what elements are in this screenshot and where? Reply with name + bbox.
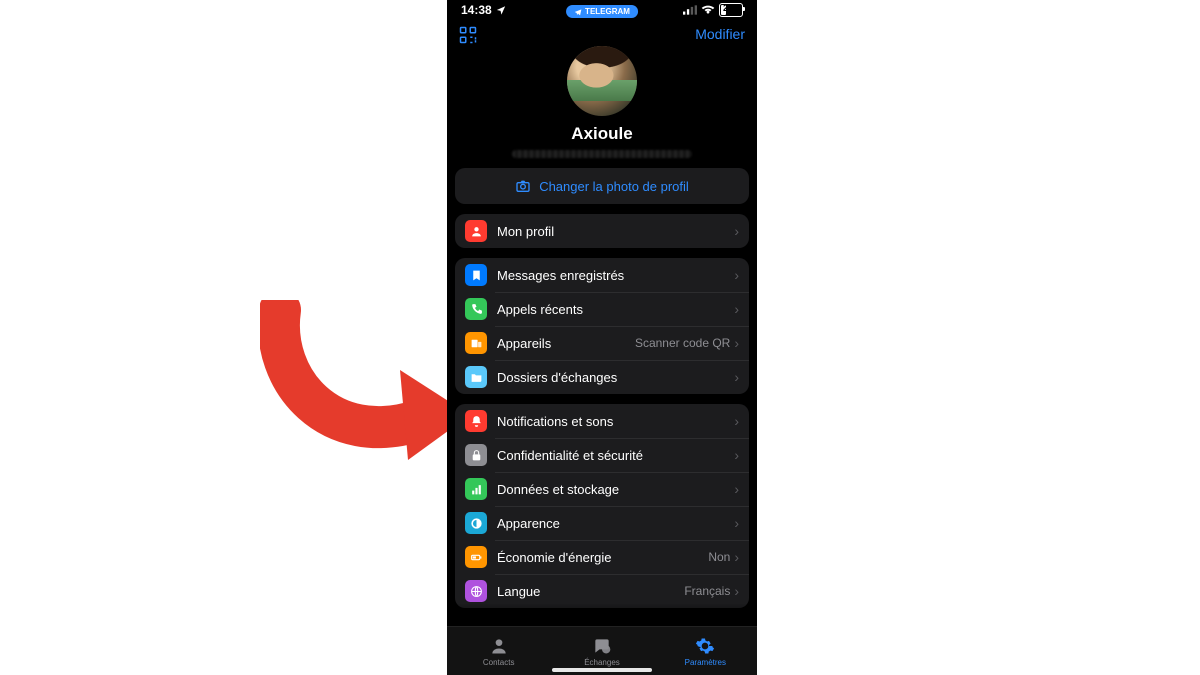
tab-bar: Contacts Échanges Paramètres (447, 626, 757, 675)
camera-icon (515, 178, 531, 194)
chevron-right-icon: › (734, 267, 739, 283)
my-profile-section: Mon profil › (455, 214, 749, 248)
lock-icon (465, 444, 487, 466)
avatar[interactable] (567, 46, 637, 116)
chevron-right-icon: › (734, 515, 739, 531)
profile-header: Axioule (447, 46, 757, 158)
profile-icon (465, 220, 487, 242)
row-saved-messages[interactable]: Messages enregistrés› (455, 258, 749, 292)
tab-settings[interactable]: Paramètres (654, 627, 757, 675)
row-notifications[interactable]: Notifications et sons› (455, 404, 749, 438)
row-my-profile[interactable]: Mon profil › (455, 214, 749, 248)
chevron-right-icon: › (734, 301, 739, 317)
row-data-storage[interactable]: Données et stockage› (455, 472, 749, 506)
tab-contacts[interactable]: Contacts (447, 627, 550, 675)
phone-number-redacted (512, 150, 692, 158)
home-indicator (552, 668, 652, 672)
row-recent-calls[interactable]: Appels récents› (455, 292, 749, 326)
section-group-2: Notifications et sons›Confidentialité et… (455, 404, 749, 608)
row-power-saving[interactable]: Économie d'énergieNon› (455, 540, 749, 574)
row-privacy[interactable]: Confidentialité et sécurité› (455, 438, 749, 472)
bookmark-icon (465, 264, 487, 286)
pointer-arrow (260, 300, 470, 500)
section-group-1: Messages enregistrés›Appels récents›Appa… (455, 258, 749, 394)
data-icon (465, 478, 487, 500)
bottom-fade (447, 603, 757, 627)
circle-icon (465, 512, 487, 534)
bell-icon (465, 410, 487, 432)
telegram-icon (574, 8, 582, 16)
change-photo-label: Changer la photo de profil (539, 179, 689, 194)
chevron-right-icon: › (734, 335, 739, 351)
chevron-right-icon: › (734, 413, 739, 429)
change-photo-section[interactable]: Changer la photo de profil (455, 168, 749, 204)
location-icon (496, 5, 506, 15)
battery-icon (465, 546, 487, 568)
wifi-icon (701, 5, 715, 15)
row-chat-folders[interactable]: Dossiers d'échanges› (455, 360, 749, 394)
chevron-right-icon: › (734, 369, 739, 385)
dynamic-island-app-pill: TELEGRAM (566, 5, 638, 18)
qr-code-icon[interactable] (459, 26, 477, 49)
profile-name: Axioule (571, 124, 632, 144)
chevron-right-icon: › (734, 447, 739, 463)
cellular-icon (683, 5, 697, 15)
chevron-right-icon: › (734, 583, 739, 599)
folder-icon (465, 366, 487, 388)
devices-icon (465, 332, 487, 354)
row-appearance[interactable]: Apparence› (455, 506, 749, 540)
globe-icon (465, 580, 487, 602)
phone-frame: TELEGRAM 14:38 23 Modifier Axioule Chang… (447, 0, 757, 675)
status-time: 14:38 (461, 3, 492, 17)
chevron-right-icon: › (734, 481, 739, 497)
battery-icon: 23 (719, 3, 743, 17)
row-devices[interactable]: AppareilsScanner code QR› (455, 326, 749, 360)
phone-icon (465, 298, 487, 320)
chevron-right-icon: › (734, 549, 739, 565)
chevron-right-icon: › (734, 223, 739, 239)
edit-button[interactable]: Modifier (695, 26, 745, 42)
